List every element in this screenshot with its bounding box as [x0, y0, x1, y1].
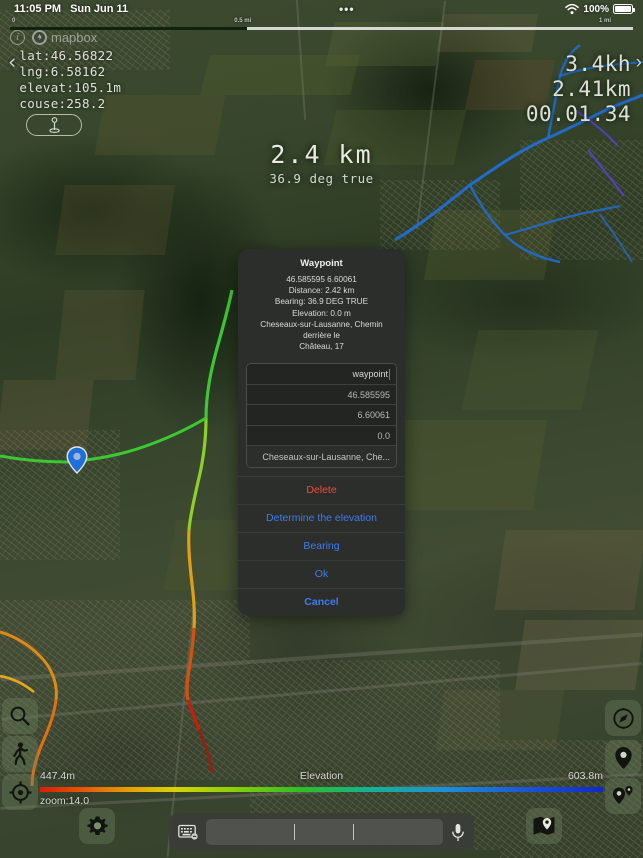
search-icon	[10, 706, 30, 726]
trip-expand-chevron-icon[interactable]: ›	[636, 52, 642, 74]
address-field[interactable]: Cheseaux-sur-Lausanne, Che...	[247, 446, 396, 467]
address-field-value: Cheseaux-sur-Lausanne, Che...	[262, 451, 390, 462]
name-field-value: waypoint	[352, 369, 388, 380]
dialog-bearing: Bearing: 36.9 DEG TRUE	[274, 297, 369, 307]
gear-icon	[86, 816, 108, 835]
settings-button[interactable]	[79, 808, 115, 844]
compass-icon	[612, 707, 634, 729]
dialog-title: Waypoint	[300, 258, 343, 269]
latitude-field[interactable]: 46.585595	[247, 384, 396, 406]
text-input-bar[interactable]	[169, 813, 474, 851]
input-tick-2	[352, 824, 354, 840]
waypoint-button[interactable]	[605, 740, 641, 776]
map-attribution: i mapbox	[10, 30, 97, 45]
telemetry-panel: ‹ lat:46.56822 lng:6.58162 elevat:105.1m…	[8, 48, 121, 112]
center-position-button[interactable]	[2, 774, 38, 810]
dialog-field-group[interactable]: waypoint 46.585595 6.60061 0.0 Cheseaux-sur-…	[246, 363, 397, 468]
mapbox-logo[interactable]: mapbox	[32, 30, 97, 45]
microphone-icon[interactable]	[451, 823, 465, 842]
dialog-header: Waypoint 46.585595 6.60061 Distance: 2.4…	[238, 249, 405, 362]
telemetry-lat: lat:46.56822	[19, 48, 114, 63]
longitude-field[interactable]: 6.60061	[247, 405, 396, 426]
compass-button[interactable]	[605, 700, 641, 736]
waypoints-list-button[interactable]	[605, 778, 641, 814]
input-tick-1	[293, 824, 295, 840]
determine-elevation-button[interactable]: Determine the elevation	[238, 503, 405, 532]
search-input[interactable]	[206, 819, 443, 845]
dialog-button-group[interactable]: Delete Determine the elevation Bearing Ok Ca…	[238, 475, 405, 616]
elevation-field[interactable]: 0.0	[247, 425, 396, 447]
multi-pin-icon	[612, 786, 633, 804]
search-button[interactable]	[2, 698, 38, 734]
pedestrian-icon	[13, 742, 29, 766]
dialog-address-line1: Cheseaux-sur-Lausanne, Chemin derrière l…	[260, 319, 383, 341]
dialog-elevation: Elevation: 0.0 m	[292, 308, 351, 318]
trip-readout: 3.4kh 2.41km 00.01.34	[526, 52, 631, 127]
map-fold-icon	[533, 816, 555, 835]
dialog-coords: 46.585595 6.60061	[286, 275, 357, 284]
info-icon[interactable]: i	[10, 30, 25, 45]
walking-mode-button[interactable]	[2, 736, 38, 772]
telemetry-lng: lng:6.58162	[19, 64, 106, 79]
cancel-button[interactable]: Cancel	[238, 587, 405, 616]
crosshair-icon	[9, 781, 31, 803]
trip-duration: 00.01.34	[525, 102, 631, 126]
waypoint-dialog[interactable]: Waypoint 46.585595 6.60061 Distance: 2.4…	[238, 249, 405, 616]
ok-button[interactable]: Ok	[238, 559, 405, 588]
trip-distance: 2.41km	[552, 77, 631, 101]
name-field[interactable]: waypoint	[247, 364, 396, 385]
elevation-field-value: 0.0	[377, 430, 390, 441]
mapbox-label: mapbox	[51, 30, 98, 45]
gps-position-marker	[66, 446, 88, 474]
telemetry-elevation: elevat:105.1m	[19, 80, 122, 95]
telemetry-course: couse:258.2	[19, 96, 106, 111]
trip-speed: 3.4kh	[565, 52, 631, 76]
map-pin-icon	[614, 747, 632, 769]
maps-button[interactable]	[526, 808, 562, 844]
dialog-address-line2: Château, 17	[299, 342, 344, 352]
waypoint-pin-icon	[48, 116, 60, 133]
mapbox-mark-icon	[32, 30, 47, 45]
dialog-distance: Distance: 2.42 km	[288, 286, 355, 296]
bearing-button[interactable]: Bearing	[238, 531, 405, 560]
keyboard-icon[interactable]	[178, 824, 198, 840]
delete-button[interactable]: Delete	[238, 475, 405, 504]
text-caret	[389, 368, 390, 380]
latitude-field-value: 46.585595	[347, 389, 390, 400]
longitude-field-value: 6.60061	[357, 410, 390, 421]
back-chevron-icon[interactable]: ‹	[8, 52, 16, 73]
waypoint-pin-button[interactable]	[26, 114, 82, 136]
